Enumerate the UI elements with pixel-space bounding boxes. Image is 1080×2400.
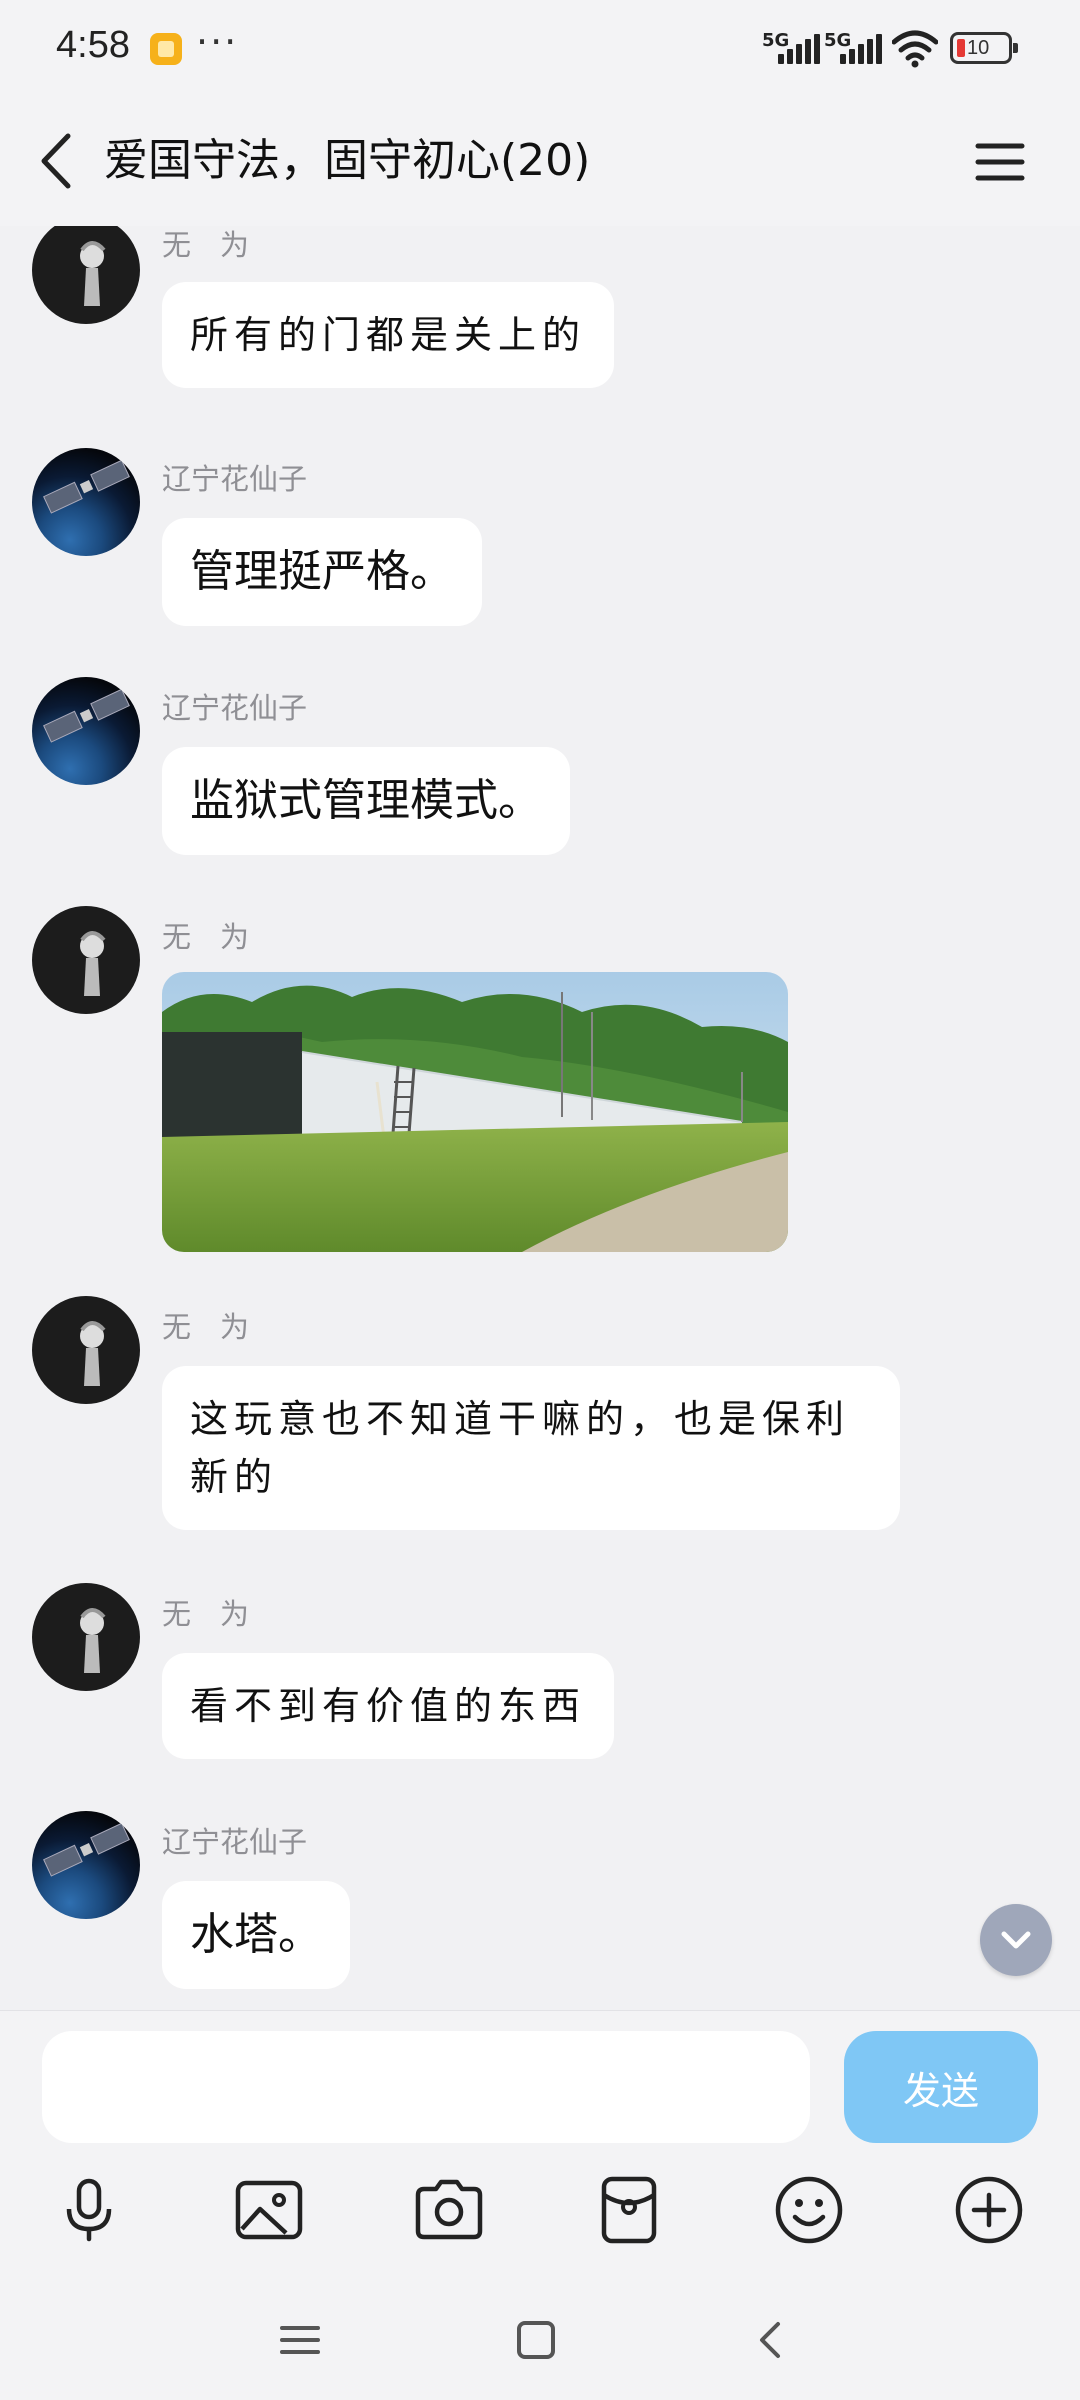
- sender-name: 无 为: [162, 228, 250, 262]
- sender-name: 无 为: [162, 1597, 250, 1631]
- satellite-avatar[interactable]: [32, 1811, 140, 1919]
- message-bubble[interactable]: 监狱式管理模式。: [162, 747, 570, 855]
- composer: 发送: [0, 2010, 1080, 2281]
- status-bar: 4:58 ··· 5G 5G 10: [0, 0, 1080, 96]
- sender-name: 辽宁花仙子: [162, 1825, 308, 1859]
- wifi-icon: [892, 30, 938, 68]
- notes-app-icon: [150, 33, 182, 65]
- dark-boy-avatar[interactable]: [32, 1296, 140, 1404]
- camera-icon[interactable]: [404, 2165, 494, 2255]
- system-nav-bar: [0, 2280, 1080, 2400]
- back-icon[interactable]: [742, 2310, 802, 2370]
- dark-boy-avatar[interactable]: [32, 226, 140, 324]
- signal-bars-2-icon: [840, 34, 886, 64]
- message-input[interactable]: [42, 2031, 810, 2143]
- message-bubble[interactable]: 看不到有价值的东西: [162, 1653, 615, 1759]
- image-icon[interactable]: [224, 2165, 314, 2255]
- microphone-icon[interactable]: [44, 2165, 134, 2255]
- message-bubble[interactable]: 所有的门都是关上的: [162, 282, 615, 388]
- menu-icon[interactable]: [270, 2310, 330, 2370]
- satellite-avatar[interactable]: [32, 677, 140, 785]
- battery-level: 10: [967, 37, 990, 59]
- emoji-icon[interactable]: [764, 2165, 854, 2255]
- chat-title[interactable]: 爱国守法，固守初心(20): [104, 126, 590, 196]
- dark-boy-avatar[interactable]: [32, 1583, 140, 1691]
- sender-name: 辽宁花仙子: [162, 462, 308, 496]
- signal-bars-1-icon: [778, 34, 824, 64]
- more-notifications-icon: ···: [196, 20, 239, 64]
- send-button[interactable]: 发送: [844, 2031, 1038, 2143]
- home-icon[interactable]: [506, 2310, 566, 2370]
- message-list[interactable]: 无 为 所有的门都是关上的 辽宁花仙子 管理挺严格。 辽宁花仙子 监狱式管理模式…: [0, 226, 1080, 2010]
- sender-name: 无 为: [162, 920, 250, 954]
- chat-header: 爱国守法，固守初心(20): [0, 96, 1080, 226]
- message-bubble[interactable]: 水塔。: [162, 1881, 350, 1989]
- satellite-avatar[interactable]: [32, 448, 140, 556]
- battery-icon: 10: [950, 32, 1018, 64]
- chevron-left-icon[interactable]: [30, 124, 84, 198]
- plus-icon[interactable]: [944, 2165, 1034, 2255]
- sender-name: 无 为: [162, 1310, 250, 1344]
- dark-boy-avatar[interactable]: [32, 906, 140, 1014]
- scroll-to-bottom-button[interactable]: [980, 1904, 1052, 1976]
- chevron-down-icon: [1001, 1931, 1031, 1949]
- hamburger-menu-icon[interactable]: [970, 132, 1030, 192]
- status-time: 4:58: [56, 24, 130, 66]
- message-bubble[interactable]: 管理挺严格。: [162, 518, 482, 626]
- water-tank-wall-photo[interactable]: [162, 972, 788, 1252]
- sender-name: 辽宁花仙子: [162, 691, 308, 725]
- message-bubble[interactable]: 这玩意也不知道干嘛的，也是保利新的: [162, 1366, 900, 1530]
- red-packet-icon[interactable]: [584, 2165, 674, 2255]
